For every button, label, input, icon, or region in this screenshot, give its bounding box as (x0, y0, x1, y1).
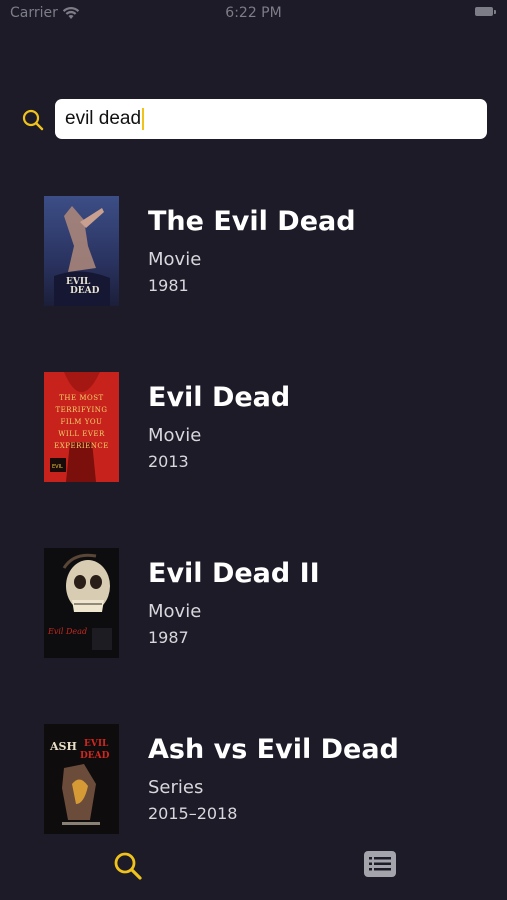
svg-text:DEAD: DEAD (70, 286, 100, 296)
result-year: 1981 (148, 276, 189, 295)
battery-icon (475, 7, 496, 16)
svg-text:ASH: ASH (49, 740, 77, 753)
result-title: The Evil Dead (148, 206, 356, 237)
poster-image: ASH EVIL DEAD (44, 724, 119, 834)
tab-bar (0, 840, 507, 900)
svg-text:DEAD: DEAD (80, 751, 110, 761)
search-icon (114, 852, 142, 880)
result-year: 2013 (148, 452, 189, 471)
results-list: EVIL DEAD The Evil Dead Movie 1981 EVIL … (0, 176, 507, 880)
result-title: Evil Dead II (148, 558, 320, 589)
result-kind: Series (148, 777, 204, 798)
search-input[interactable]: evil dead (55, 99, 487, 139)
search-icon (21, 108, 45, 132)
tab-list[interactable] (362, 850, 398, 878)
list-item[interactable]: Evil Dead Evil Dead II Movie 1987 (0, 528, 507, 704)
result-kind: Movie (148, 601, 202, 622)
result-kind: Movie (148, 249, 202, 270)
svg-text:EVIL: EVIL (52, 464, 63, 470)
text-caret (142, 108, 145, 130)
poster-image: EVIL THE MOST TERRIFYING FILM YOU WILL E… (44, 372, 119, 482)
list-item[interactable]: EVIL THE MOST TERRIFYING FILM YOU WILL E… (0, 352, 507, 528)
result-title: Evil Dead (148, 382, 291, 413)
poster-tagline: THE MOST TERRIFYING FILM YOU WILL EVER E… (54, 394, 109, 450)
result-year: 1987 (148, 628, 189, 647)
list-item[interactable]: EVIL DEAD The Evil Dead Movie 1981 (0, 176, 507, 352)
list-icon (364, 851, 396, 877)
status-time: 6:22 PM (225, 5, 282, 21)
status-bar: Carrier 6:22 PM (0, 0, 507, 28)
svg-text:Evil Dead: Evil Dead (47, 627, 87, 636)
tab-search[interactable] (112, 850, 144, 882)
result-year: 2015–2018 (148, 804, 238, 823)
svg-text:EVIL: EVIL (84, 739, 109, 749)
search-query: evil dead (65, 108, 142, 129)
poster-image: Evil Dead (44, 548, 119, 658)
poster-image: EVIL DEAD (44, 196, 119, 306)
result-title: Ash vs Evil Dead (148, 734, 399, 765)
result-kind: Movie (148, 425, 202, 446)
